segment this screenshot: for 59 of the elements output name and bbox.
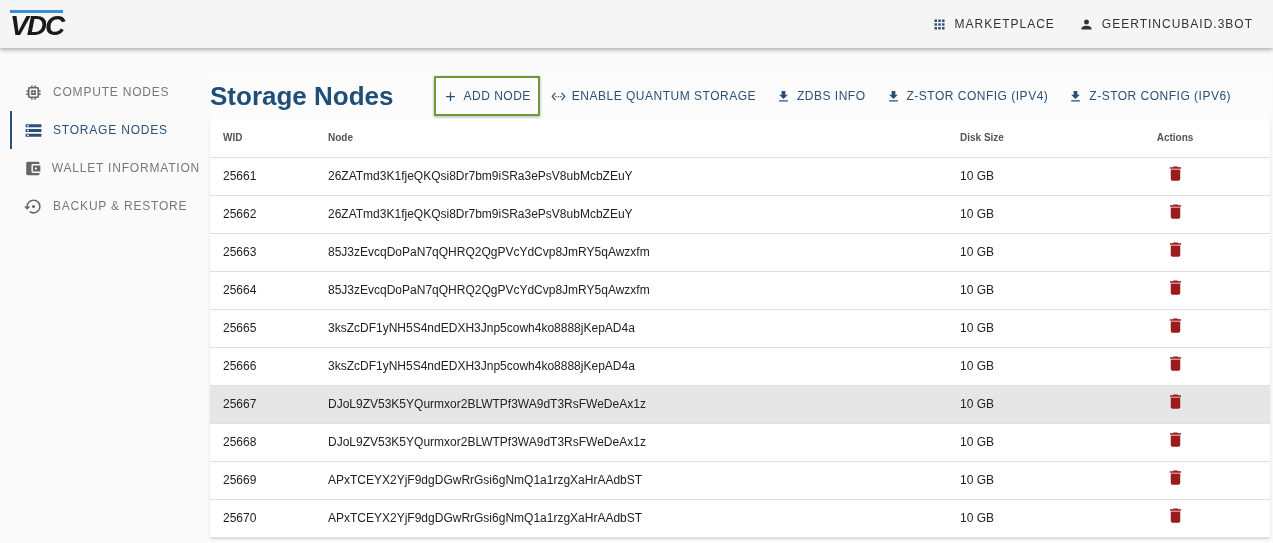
node-cell: 3ksZcDF1yNH5S4ndEDXH3Jnp5cowh4ko8888jKepAD4a: [328, 321, 635, 335]
disk-size-cell: 10 GB: [960, 359, 995, 373]
node-cell: 85J3zEvcqDoPaN7qQHRQ2QgPVcYdCvp8JmRY5qAwzxfm: [328, 283, 650, 297]
disk-size-cell: 10 GB: [960, 283, 995, 297]
wid-cell: 25666: [223, 359, 257, 373]
table-row[interactable]: 25664 85J3zEvcqDoPaN7qQHRQ2QgPVcYdCvp8JmRY5qAwzxfm 10 GB: [210, 271, 1270, 309]
header-link[interactable]: GEERTINCUBAID.3BOT: [1078, 15, 1253, 33]
table-row[interactable]: 25669 APxTCEYX2YjF9dgDGwRrGsi6gNmQ1a1rzgXaHrAAdbST 10 GB: [210, 461, 1270, 499]
node-cell: 26ZATmd3K1fjeQKQsi8Dr7bm9iSRa3ePsV8ubMcbZEuY: [328, 207, 633, 221]
wid-cell: 25668: [223, 435, 257, 449]
disk-size-cell: 10 GB: [960, 473, 995, 487]
column-header: WID: [223, 132, 243, 144]
restore-icon: [24, 196, 43, 216]
wid-cell: 25663: [223, 245, 257, 259]
wid-cell: 25661: [223, 169, 257, 183]
toolbar-button[interactable]: Z-STOR CONFIG (IPV4): [876, 76, 1058, 116]
node-cell: DJoL9ZV53K5YQurmxor2BLWTPf3WA9dT3RsFWeDeAx1z: [328, 435, 646, 449]
disk-size-cell: 10 GB: [960, 397, 995, 411]
toolbar-button[interactable]: ENABLE QUANTUM STORAGE: [541, 76, 765, 116]
node-cell: DJoL9ZV53K5YQurmxor2BLWTPf3WA9dT3RsFWeDeAx1z: [328, 397, 646, 411]
column-header: Actions: [1156, 132, 1194, 144]
page-title: Storage Nodes: [210, 79, 394, 113]
node-cell: APxTCEYX2YjF9dgDGwRrGsi6gNmQ1a1rzgXaHrAAdbST: [328, 511, 643, 525]
table-row[interactable]: 25662 26ZATmd3K1fjeQKQsi8Dr7bm9iSRa3ePsV8ubMcbZEuY 10 GB: [210, 195, 1270, 233]
node-cell: 3ksZcDF1yNH5S4ndEDXH3Jnp5cowh4ko8888jKepAD4a: [328, 359, 635, 373]
toolbar-button[interactable]: ADD NODE: [433, 76, 540, 116]
disk-size-cell: 10 GB: [960, 169, 995, 183]
wid-cell: 25662: [223, 207, 257, 221]
disk-size-cell: 10 GB: [960, 511, 995, 525]
column-header: Node: [328, 132, 353, 144]
node-cell: APxTCEYX2YjF9dgDGwRrGsi6gNmQ1a1rzgXaHrAAdbST: [328, 473, 643, 487]
table-row[interactable]: 25668 DJoL9ZV53K5YQurmxor2BLWTPf3WA9dT3RsFWeDeAx1z 10 GB: [210, 423, 1270, 461]
wid-cell: 25665: [223, 321, 257, 335]
wid-cell: 25667: [223, 397, 257, 411]
table-row[interactable]: 25670 APxTCEYX2YjF9dgDGwRrGsi6gNmQ1a1rzgXaHrAAdbST 10 GB: [210, 499, 1270, 537]
logo[interactable]: VDC: [10, 9, 64, 39]
wid-cell: 25670: [223, 511, 257, 525]
download-icon: [776, 88, 791, 104]
column-header: Disk Size: [960, 132, 1004, 144]
sidebar-item[interactable]: BACKUP & RESTORE: [10, 187, 200, 225]
sidebar-item[interactable]: STORAGE NODES: [10, 111, 200, 149]
disk-size-cell: 10 GB: [960, 207, 995, 221]
disk-size-cell: 10 GB: [960, 321, 995, 335]
chip-icon: [24, 82, 43, 102]
toolbar-button[interactable]: Z-STOR CONFIG (IPV6): [1059, 76, 1241, 116]
wid-cell: 25664: [223, 283, 257, 297]
disk-size-cell: 10 GB: [960, 245, 995, 259]
sidebar-item[interactable]: COMPUTE NODES: [10, 73, 200, 111]
table-row[interactable]: 25665 3ksZcDF1yNH5S4ndEDXH3Jnp5cowh4ko8888jKepAD4a 10 GB: [210, 309, 1270, 347]
table-row[interactable]: 25661 26ZATmd3K1fjeQKQsi8Dr7bm9iSRa3ePsV8ubMcbZEuY 10 GB: [210, 157, 1270, 195]
disk-size-cell: 10 GB: [960, 435, 995, 449]
wid-cell: 25669: [223, 473, 257, 487]
table-row[interactable]: 25663 85J3zEvcqDoPaN7qQHRQ2QgPVcYdCvp8JmRY5qAwzxfm 10 GB: [210, 233, 1270, 271]
node-cell: 26ZATmd3K1fjeQKQsi8Dr7bm9iSRa3ePsV8ubMcbZEuY: [328, 169, 633, 183]
node-cell: 85J3zEvcqDoPaN7qQHRQ2QgPVcYdCvp8JmRY5qAwzxfm: [328, 245, 650, 259]
toolbar-button[interactable]: ZDBS INFO: [767, 76, 875, 116]
table-row[interactable]: 25666 3ksZcDF1yNH5S4ndEDXH3Jnp5cowh4ko8888jKepAD4a 10 GB: [210, 347, 1270, 385]
sidebar-item[interactable]: WALLET INFORMATION: [10, 149, 200, 187]
header-link[interactable]: MARKETPLACE: [931, 15, 1055, 33]
